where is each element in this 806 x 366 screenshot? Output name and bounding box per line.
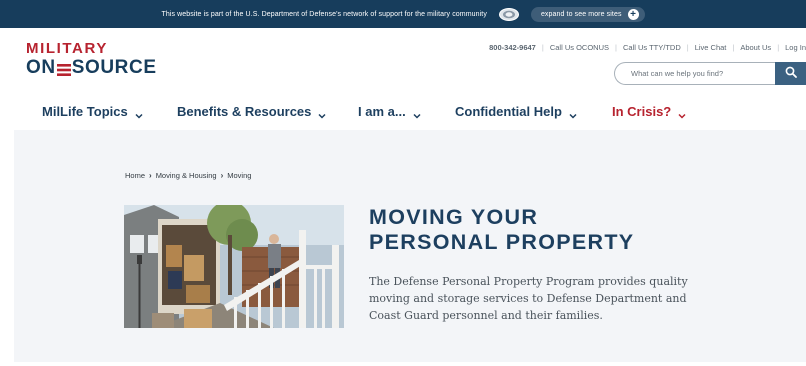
moving-truck-photo — [124, 205, 344, 328]
search-input[interactable] — [614, 62, 775, 85]
content-bottom-edge — [0, 362, 806, 366]
divider: | — [686, 43, 689, 52]
call-tty-tdd-link[interactable]: Call Us TTY/TDD — [623, 43, 681, 52]
nav-benefits-resources[interactable]: Benefits & Resources — [177, 104, 326, 119]
site-search — [614, 62, 806, 85]
search-button[interactable] — [775, 62, 806, 85]
page-title: MOVING YOUR PERSONAL PROPERTY — [369, 205, 699, 255]
dod-network-banner: This website is part of the U.S. Departm… — [0, 0, 806, 28]
logo-line-2-part-2: SOURCE — [71, 57, 157, 78]
nav-confidential-help[interactable]: Confidential Help — [455, 104, 577, 119]
logo-line-1: MILITARY — [26, 40, 108, 57]
breadcrumb-home[interactable]: Home — [125, 171, 145, 180]
nav-label: MilLife Topics — [42, 104, 128, 119]
about-us-link[interactable]: About Us — [740, 43, 771, 52]
breadcrumb-moving: Moving — [227, 171, 252, 180]
military-onesource-logo[interactable]: MILITARY ON SOURCE — [26, 40, 157, 79]
chevron-down-icon — [678, 108, 686, 119]
divider: | — [777, 43, 780, 52]
nav-label: Benefits & Resources — [177, 104, 312, 119]
utility-links: 800-342-9647 | Call Us OCONUS | Call Us … — [489, 43, 806, 52]
plus-icon: + — [627, 8, 639, 20]
dod-seal-icon — [498, 7, 519, 21]
banner-text: This website is part of the U.S. Departm… — [161, 10, 487, 18]
phone-number-link[interactable]: 800-342-9647 — [489, 43, 536, 52]
flag-stripes-icon — [56, 61, 71, 76]
search-icon — [785, 66, 797, 81]
live-chat-link[interactable]: Live Chat — [695, 43, 727, 52]
nav-millife-topics[interactable]: MilLife Topics — [42, 104, 143, 119]
nav-i-am-a[interactable]: I am a... — [358, 104, 421, 119]
nav-label: Confidential Help — [455, 104, 562, 119]
chevron-down-icon — [135, 108, 143, 119]
chevron-down-icon — [318, 108, 326, 119]
nav-in-crisis[interactable]: In Crisis? — [612, 104, 686, 119]
call-oconus-link[interactable]: Call Us OCONUS — [550, 43, 609, 52]
breadcrumb-moving-housing[interactable]: Moving & Housing — [156, 171, 217, 180]
breadcrumb: Home › Moving & Housing › Moving — [125, 171, 251, 180]
chevron-down-icon — [413, 108, 421, 119]
divider: | — [732, 43, 735, 52]
chevron-right-icon: › — [149, 171, 152, 180]
log-in-link[interactable]: Log In — [785, 43, 806, 52]
main-navigation: MilLife Topics Benefits & Resources I am… — [0, 96, 806, 130]
chevron-right-icon: › — [220, 171, 224, 180]
nav-label: I am a... — [358, 104, 406, 119]
chevron-down-icon — [569, 108, 577, 119]
expand-sites-label: expand to see more sites — [540, 10, 622, 18]
page-title-line-1: MOVING YOUR — [369, 205, 539, 229]
divider: | — [615, 43, 617, 52]
expand-sites-button[interactable]: expand to see more sites + — [530, 6, 645, 22]
divider: | — [541, 43, 544, 52]
nav-label: In Crisis? — [612, 104, 672, 119]
page-description: The Defense Personal Property Program pr… — [369, 275, 688, 322]
logo-line-2-part-1: ON — [26, 57, 56, 78]
logo-line-2: ON SOURCE — [26, 57, 157, 78]
page-title-line-2: PERSONAL PROPERTY — [369, 230, 635, 254]
